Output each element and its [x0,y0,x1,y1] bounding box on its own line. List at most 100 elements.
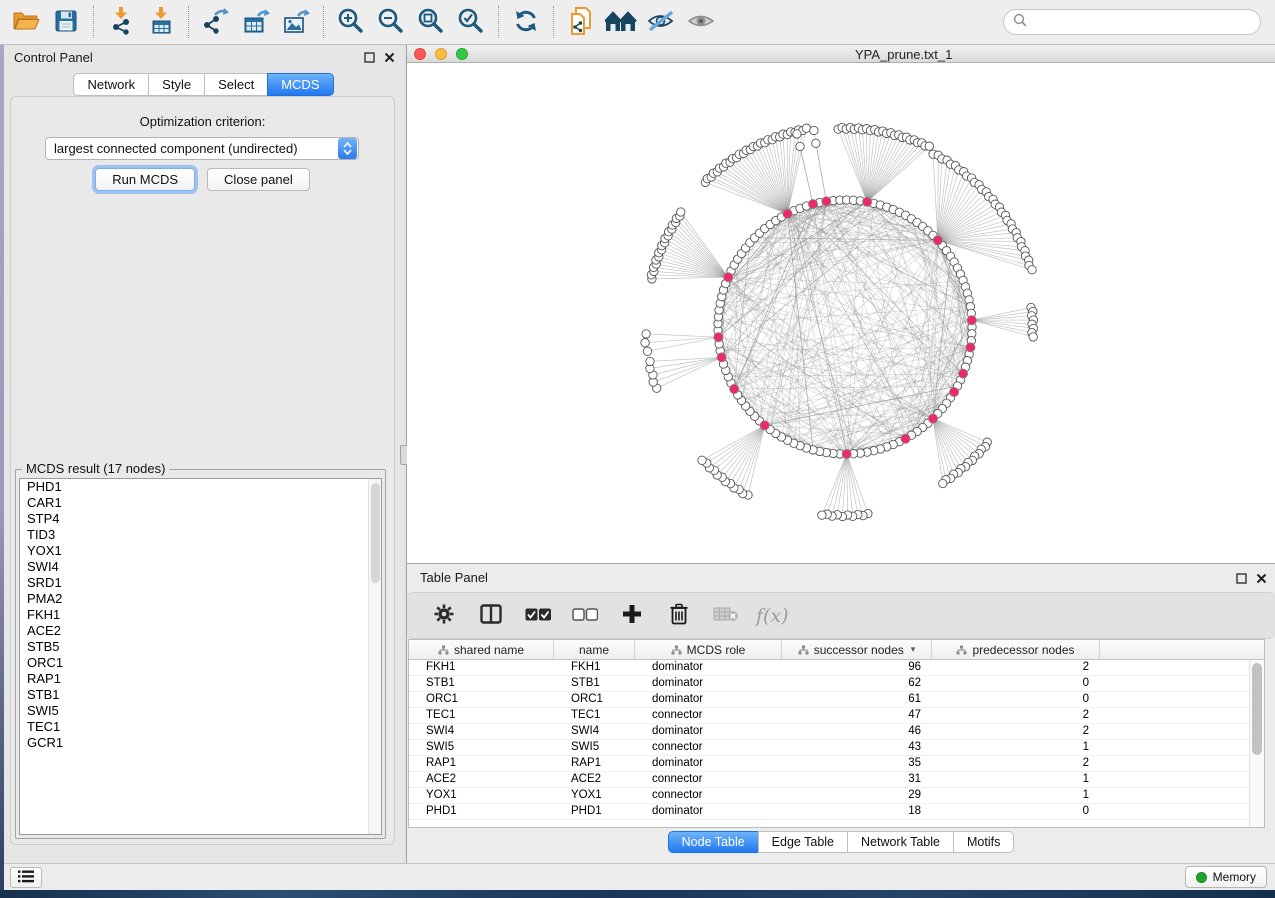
split-view-button[interactable] [474,599,508,633]
zoom-out-button[interactable] [371,3,411,41]
export-network-button[interactable] [196,3,236,41]
window-minimize-button[interactable] [435,48,447,60]
table-row[interactable]: TEC1TEC1connector472 [409,708,1264,724]
mcds-result-item[interactable]: SRD1 [20,575,381,591]
mcds-result-item[interactable]: ORC1 [20,655,381,671]
mcds-hub-node[interactable] [842,449,851,458]
table-settings-button[interactable] [427,599,461,633]
mcds-hub-node[interactable] [901,434,910,443]
network-node[interactable] [810,126,818,134]
mcds-result-item[interactable]: STB1 [20,687,381,703]
export-table-button[interactable] [236,3,276,41]
network-node[interactable] [812,139,820,147]
network-node[interactable] [925,142,933,150]
network-search-box[interactable] [1003,9,1261,35]
tab-network-table[interactable]: Network Table [847,831,954,853]
clone-network-button[interactable] [561,3,601,41]
mcds-result-item[interactable]: TID3 [20,527,381,543]
float-table-panel-icon[interactable] [1236,571,1247,589]
table-scrollbar[interactable] [1249,660,1264,827]
table-row[interactable]: ORC1ORC1dominator610 [409,692,1264,708]
mcds-result-item[interactable]: SWI5 [20,703,381,719]
mcds-hub-node[interactable] [950,387,959,396]
zoom-selected-button[interactable] [451,3,491,41]
import-network-button[interactable] [101,3,141,41]
search-input[interactable] [1033,15,1251,29]
mcds-hub-node[interactable] [863,197,872,206]
table-row[interactable]: ACE2ACE2connector311 [409,772,1264,788]
mcds-result-list[interactable]: PHD1CAR1STP4TID3YOX1SWI4SRD1PMA2FKH1ACE2… [19,478,382,835]
show-all-button[interactable] [681,3,721,41]
tab-style[interactable]: Style [148,73,205,96]
network-canvas[interactable] [407,63,1275,563]
mcds-list-scrollbar[interactable] [368,479,381,834]
mcds-hub-node[interactable] [730,384,739,393]
network-node[interactable] [677,208,685,216]
mcds-result-item[interactable]: CAR1 [20,495,381,511]
tab-select[interactable]: Select [204,73,268,96]
mcds-result-item[interactable]: ACE2 [20,623,381,639]
mcds-hub-node[interactable] [717,353,726,362]
window-zoom-button[interactable] [456,48,468,60]
mcds-hub-node[interactable] [822,197,831,206]
save-session-button[interactable] [46,3,86,41]
mcds-result-item[interactable]: FKH1 [20,607,381,623]
float-panel-icon[interactable] [364,50,375,68]
mcds-result-item[interactable]: TEC1 [20,719,381,735]
table-row[interactable]: SWI4SWI4dominator462 [409,724,1264,740]
network-node[interactable] [646,357,654,365]
tab-mcds[interactable]: MCDS [267,73,333,96]
column-header-name[interactable]: name [554,640,635,659]
table-row[interactable]: FKH1FKH1dominator962 [409,660,1264,676]
add-column-button[interactable] [615,599,649,633]
tab-node-table[interactable]: Node Table [668,831,759,853]
tab-network[interactable]: Network [73,73,149,96]
mcds-hub-node[interactable] [714,333,723,342]
mcds-hub-node[interactable] [959,369,968,378]
network-node[interactable] [643,347,651,355]
open-file-button[interactable] [6,3,46,41]
mcds-hub-node[interactable] [760,421,769,430]
network-node[interactable] [793,130,801,138]
network-node[interactable] [641,339,649,347]
show-panels-button[interactable] [10,867,42,888]
network-node[interactable] [939,479,947,487]
memory-button[interactable]: Memory [1185,866,1267,888]
table-row[interactable]: STB1STB1dominator620 [409,676,1264,692]
first-neighbors-button[interactable] [601,3,641,41]
mcds-hub-node[interactable] [724,273,733,282]
export-image-button[interactable] [276,3,316,41]
mcds-result-item[interactable]: GCR1 [20,735,381,751]
mcds-result-item[interactable]: RAP1 [20,671,381,687]
hide-selected-button[interactable] [641,3,681,41]
column-header-mcds-role[interactable]: MCDS role [635,640,782,659]
mcds-hub-node[interactable] [966,343,975,352]
table-scrollbar-thumb[interactable] [1252,663,1262,755]
deselect-all-button[interactable] [568,599,602,633]
table-row[interactable]: PHD1PHD1dominator180 [409,804,1264,820]
tab-edge-table[interactable]: Edge Table [758,831,848,853]
mcds-result-item[interactable]: YOX1 [20,543,381,559]
select-all-button[interactable] [521,599,555,633]
close-table-panel-icon[interactable] [1256,571,1267,589]
mcds-result-item[interactable]: STB5 [20,639,381,655]
apply-layout-button[interactable] [506,3,546,41]
table-row[interactable]: RAP1RAP1dominator352 [409,756,1264,772]
run-mcds-button[interactable]: Run MCDS [95,168,195,191]
close-panel-icon[interactable] [384,50,395,68]
mcds-result-item[interactable]: PMA2 [20,591,381,607]
column-header-successor-nodes[interactable]: successor nodes ▾ [782,640,932,659]
mcds-hub-node[interactable] [928,414,937,423]
mcds-hub-node[interactable] [967,316,976,325]
close-panel-button[interactable]: Close panel [207,168,310,191]
network-node[interactable] [818,511,826,519]
mcds-result-item[interactable]: SWI4 [20,559,381,575]
mcds-hub-node[interactable] [783,209,792,218]
window-close-button[interactable] [414,48,426,60]
network-node[interactable] [796,142,804,150]
zoom-fit-button[interactable] [411,3,451,41]
delete-columns-button[interactable] [662,599,696,633]
network-node[interactable] [1028,266,1036,274]
network-node[interactable] [698,456,706,464]
mcds-result-item[interactable]: PHD1 [20,479,381,495]
